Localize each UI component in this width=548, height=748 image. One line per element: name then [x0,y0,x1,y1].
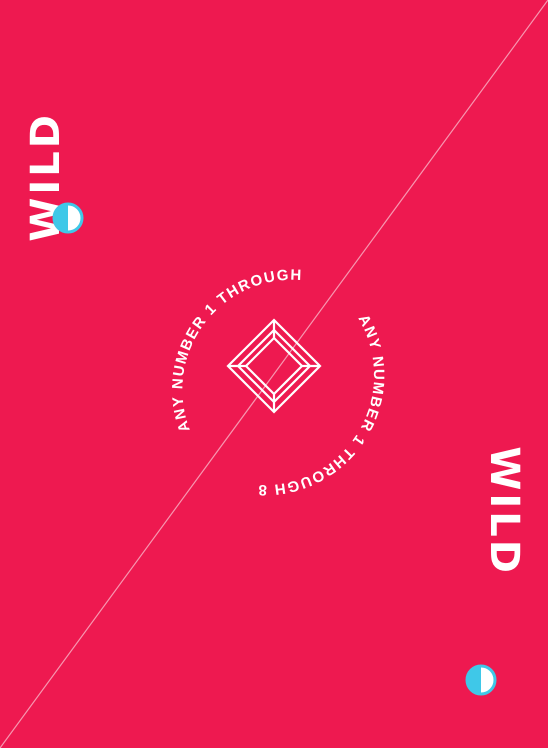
center-emblem: ANY NUMBER 1 THROUGH 8 ANY NUMBER 1 THRO… [0,0,386,498]
impossible-square-icon [226,318,322,414]
ring-text-upper: ANY NUMBER 1 THROUGH 8 [0,0,303,434]
wild-card: WILD WILD ANY NUMBER 1 THROUGH 8 [0,0,548,748]
